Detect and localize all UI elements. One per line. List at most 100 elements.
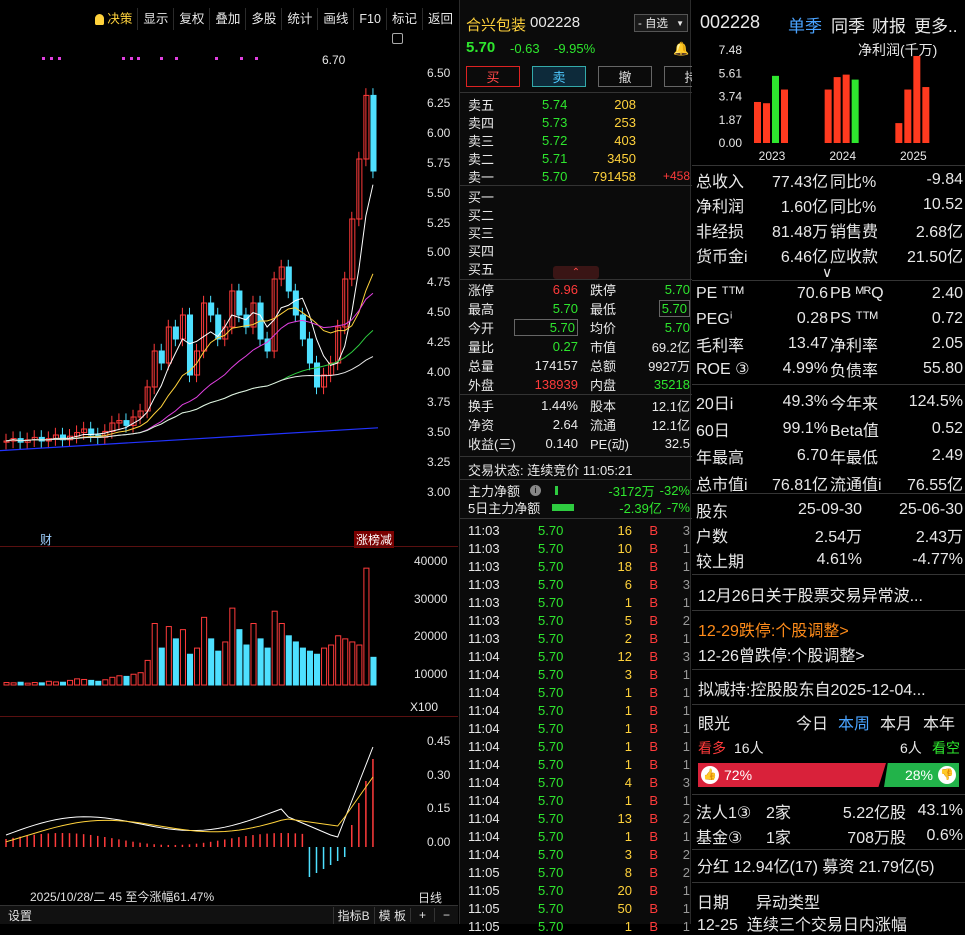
divider [0,546,458,547]
f10-row[interactable]: 非经损 81.48万 销售费 2.68亿 [696,217,963,242]
toolbar-item-display[interactable]: 显示 [137,8,173,30]
f10-row[interactable]: 年最高 6.70 年最低 2.49 [696,442,963,469]
toolbar-item-decision[interactable]: 决策 [90,8,137,30]
bid-row[interactable]: 买二 [468,205,690,223]
marker-dot [58,57,61,60]
holder-value: 2.54万 [814,528,862,546]
holder-value: 25-09-30 [797,500,862,518]
toolbar-item-mark[interactable]: 标记 [385,8,422,30]
tick-row[interactable]: 11:04 5.70 1 B 1 [468,719,690,737]
ask-row[interactable]: 卖五 5.74 208 [468,95,690,113]
toolbar-item-multi[interactable]: 多股 [245,8,281,30]
tick-row[interactable]: 11:04 5.70 1 B 1 [468,791,690,809]
toolbar-item-adjust[interactable]: 复权 [173,8,209,30]
bell-icon[interactable]: 🔔 [673,41,689,57]
tick-row[interactable]: 11:05 5.70 1 B 1 [468,917,690,935]
institution-row[interactable]: 法人1③ 2家 5.22亿股 43.1% [696,798,963,823]
tick-list[interactable]: 11:03 5.70 16 B 3 11:03 5.70 10 B 1 11:03 5.70 18 B 1 1… [468,521,690,935]
tick-row[interactable]: 11:04 5.70 1 B 1 [468,737,690,755]
anomaly-row[interactable]: 12-25 连续三个交易日内涨幅 [697,911,907,935]
f10-row[interactable]: 60日 99.1% Beta值 0.52 [696,415,963,442]
tick-row[interactable]: 11:05 5.70 20 B 1 [468,881,690,899]
tick-price: 5.70 [538,720,564,736]
f10-row[interactable]: PEGⁱ 0.28 PS ᵀᵀᴹ 0.72 [696,306,963,331]
ask-row[interactable]: 卖二 5.71 3450 [468,149,690,167]
tick-volume: 8 [624,864,632,880]
f10-row[interactable]: 总收入 77.43亿 同比% -9.84 [696,167,963,192]
tick-row[interactable]: 11:04 5.70 3 B 1 [468,665,690,683]
zoom-out-button[interactable]: − [433,908,458,922]
tick-row[interactable]: 11:04 5.70 1 B 1 [468,755,690,773]
f10-row[interactable]: 净利润 1.60亿 同比% 10.52 [696,192,963,217]
ask-row[interactable]: 卖一 5.70 791458 +458 [468,167,690,185]
tick-row[interactable]: 11:03 5.70 10 B 1 [468,539,690,557]
toolbar-item-stats[interactable]: 统计 [281,8,317,30]
selfselect-dropdown[interactable]: - 自选 ▼ [634,14,688,32]
tab-report[interactable]: 财报 [872,12,906,37]
tick-row[interactable]: 11:03 5.70 1 B 1 [468,593,690,611]
kline-chart-area[interactable]: 决策 显示 复权 叠加 多股 统计 画线 F10 标记 返回 6.50 6.25 6… [0,0,458,924]
tick-row[interactable]: 11:05 5.70 50 B 1 [468,899,690,917]
toolbar-item-f10[interactable]: F10 [353,8,386,30]
tab-same-quarter[interactable]: 同季 [831,12,865,37]
f10-row[interactable]: 毛利率 13.47 净利率 2.05 [696,331,963,356]
expand-icon[interactable] [392,33,403,44]
tick-row[interactable]: 11:04 5.70 13 B 2 [468,809,690,827]
toolbar-item-draw[interactable]: 画线 [317,8,353,30]
institution-row[interactable]: 基金③ 1家 708万股 0.6% [696,823,963,848]
collapse-handle[interactable]: ⌃ [553,266,599,279]
tick-row[interactable]: 11:03 5.70 5 B 2 [468,611,690,629]
buy-button[interactable]: 买 [466,66,520,87]
ask-row[interactable]: 卖四 5.73 253 [468,113,690,131]
toolbar-item-back[interactable]: 返回 [421,8,458,30]
vision-tab-week[interactable]: 本周 [838,710,870,734]
vision-tab-month[interactable]: 本月 [880,710,912,734]
tick-row[interactable]: 11:03 5.70 18 B 1 [468,557,690,575]
price-tick: 4.00 [427,365,451,379]
tick-row[interactable]: 11:04 5.70 1 B 1 [468,827,690,845]
tick-row[interactable]: 11:03 5.70 16 B 3 [468,521,690,539]
tab-more[interactable]: 更多.. [914,12,957,37]
bear-bar[interactable]: 28% 👎 [884,763,959,787]
indicator-button[interactable]: 指标B [332,906,374,924]
f10-row[interactable]: 总市值i 76.81亿 流通值i 76.55亿 [696,469,963,496]
f10-row[interactable]: 20日i 49.3% 今年来 124.5% [696,388,963,415]
collapse-icon[interactable]: ∨ [822,264,832,281]
sell-button[interactable]: 卖 [532,66,586,87]
volume-bar [151,623,158,686]
tick-row[interactable]: 11:04 5.70 1 B 1 [468,701,690,719]
ask-row[interactable]: 卖三 5.72 403 [468,131,690,149]
vision-tab-today[interactable]: 今日 [796,710,828,734]
news-item[interactable]: 12-29跌停:个股调整> [698,617,849,641]
tab-quarter[interactable]: 单季 [788,12,822,37]
toolbar-item-overlay[interactable]: 叠加 [209,8,245,30]
cancel-button[interactable]: 撤 [598,66,652,87]
period-label[interactable]: 日线 [418,889,442,906]
news-item[interactable]: 拟减持:控股股东自2025-12-04... [698,676,926,700]
news-item[interactable]: 12-26曾跌停:个股调整> [698,642,865,666]
tick-row[interactable]: 11:03 5.70 6 B 3 [468,575,690,593]
tick-row[interactable]: 11:04 5.70 4 B 3 [468,773,690,791]
vision-tab-year[interactable]: 本年 [923,710,955,734]
tick-row[interactable]: 11:04 5.70 1 B 1 [468,683,690,701]
news-item[interactable]: 12月26日关于股票交易异常波... [698,582,923,606]
tick-row[interactable]: 11:05 5.70 8 B 2 [468,863,690,881]
f10-row[interactable]: PE ᵀᵀᴹ 70.6 PB ᴹᴿQ 2.40 [696,281,963,306]
tick-side: B [649,594,658,610]
settings-button[interactable]: 设置 [8,907,32,924]
profit-chart[interactable]: 7.48 5.61 3.74 1.87 0.00 2023 2024 2025 [692,40,965,165]
kline-canvas[interactable] [0,30,458,910]
template-button[interactable]: 模 板 [373,906,410,924]
bid-row[interactable]: 买四 [468,241,690,259]
tick-row[interactable]: 11:04 5.70 3 B 2 [468,845,690,863]
f10-row[interactable]: ROE ③ 4.99% 负债率 55.80 [696,356,963,381]
tick-row[interactable]: 11:04 5.70 12 B 3 [468,647,690,665]
tick-row[interactable]: 11:03 5.70 2 B 1 [468,629,690,647]
bull-bar[interactable]: 👍 72% [698,763,886,787]
tick-price: 5.70 [538,900,564,916]
bid-row[interactable]: 买一 [468,187,690,205]
zoom-in-button[interactable]: + [409,908,434,922]
f10-label: 20日i [696,395,734,413]
info-icon[interactable]: i [530,485,541,496]
bid-row[interactable]: 买三 [468,223,690,241]
